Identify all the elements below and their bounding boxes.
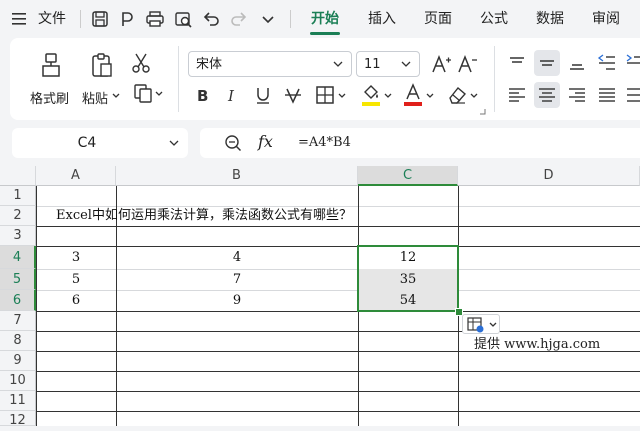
align-bottom-icon[interactable]	[566, 52, 588, 74]
formula-bar: fx =A4*B4	[200, 128, 640, 158]
formula-input[interactable]: =A4*B4	[298, 128, 351, 158]
ribbon: 格式刷 粘贴 宋体 11 B I	[10, 38, 640, 120]
chevron-down-icon	[401, 61, 411, 67]
row-header-9[interactable]: 9	[0, 351, 36, 371]
chevron-down-icon	[489, 322, 497, 327]
cell-b5[interactable]: 7	[116, 269, 358, 290]
copy-icon[interactable]	[132, 82, 154, 104]
print-preview-icon[interactable]	[173, 9, 193, 29]
justify-icon[interactable]	[596, 84, 618, 106]
format-painter-label[interactable]: 格式刷	[30, 88, 69, 107]
tab-formula[interactable]: 公式	[472, 0, 516, 38]
chevron-down-icon[interactable]	[426, 93, 434, 99]
spreadsheet-grid: A B C D 1 2 3 4 5 6 7 8 9 10 11 12 Excel…	[0, 166, 640, 428]
decrease-indent-icon[interactable]	[596, 52, 618, 74]
cell-b4[interactable]: 4	[116, 246, 358, 269]
chevron-down-icon[interactable]	[470, 93, 478, 99]
menu-icon[interactable]	[12, 13, 26, 25]
row-header-3[interactable]: 3	[0, 226, 36, 246]
paste-label[interactable]: 粘贴	[82, 88, 108, 107]
chevron-down-icon	[333, 61, 343, 67]
selection-border	[357, 245, 459, 312]
row-header-6[interactable]: 6	[0, 290, 36, 311]
quick-fill-options-button[interactable]	[462, 314, 500, 334]
align-right-icon[interactable]	[566, 84, 588, 106]
chevron-down-icon[interactable]	[169, 140, 179, 147]
font-size-select[interactable]: 11	[356, 51, 420, 77]
tab-home[interactable]: 开始	[302, 0, 348, 38]
tab-page[interactable]: 页面	[416, 0, 460, 38]
underline-icon[interactable]	[252, 84, 274, 106]
font-family-select[interactable]: 宋体	[188, 51, 352, 77]
font-dialog-launcher-icon[interactable]	[480, 109, 486, 115]
undo-icon[interactable]	[201, 9, 221, 29]
tab-data[interactable]: 数据	[528, 0, 572, 38]
chevron-down-icon[interactable]	[338, 93, 346, 99]
cell-a4[interactable]: 3	[36, 246, 116, 269]
divider	[80, 10, 81, 28]
paste-icon[interactable]	[90, 52, 114, 78]
row-header-7[interactable]: 7	[0, 311, 36, 331]
menu-bar: 文件 开始 插入 页面 公式 数据 审阅	[0, 0, 640, 38]
svg-text:B: B	[197, 87, 208, 105]
align-left-icon[interactable]	[506, 84, 528, 106]
format-painter-icon[interactable]	[40, 52, 64, 78]
row-header-10[interactable]: 10	[0, 371, 36, 391]
align-top-icon[interactable]	[506, 52, 528, 74]
align-center-icon	[539, 88, 555, 102]
chevron-down-icon[interactable]	[258, 9, 278, 29]
bold-icon[interactable]: B	[192, 84, 214, 106]
tab-review[interactable]: 审阅	[584, 0, 628, 38]
row-header-11[interactable]: 11	[0, 391, 36, 411]
cell-a6[interactable]: 6	[36, 290, 116, 311]
row-header-4[interactable]: 4	[0, 246, 36, 269]
row-header-8[interactable]: 8	[0, 331, 36, 351]
file-menu[interactable]: 文件	[38, 0, 66, 38]
strikethrough-icon[interactable]	[282, 84, 304, 106]
name-box-value: C4	[77, 135, 97, 151]
fill-color-icon[interactable]	[360, 82, 382, 108]
font-color-icon[interactable]	[402, 82, 424, 108]
font-family-value: 宋体	[196, 57, 223, 72]
align-middle-icon	[540, 60, 554, 66]
italic-icon[interactable]: I	[222, 84, 244, 106]
redo-icon[interactable]	[229, 9, 249, 29]
cell-b6[interactable]: 9	[116, 290, 358, 311]
export-pdf-icon[interactable]	[117, 9, 137, 29]
name-box[interactable]: C4	[12, 128, 188, 158]
row-header-1[interactable]: 1	[0, 186, 36, 206]
cell-a5[interactable]: 5	[36, 269, 116, 290]
flash-fill-icon	[467, 317, 484, 333]
borders-icon[interactable]	[314, 84, 336, 106]
insert-function-icon[interactable]: fx	[258, 132, 273, 151]
row-header-12[interactable]: 12	[0, 411, 36, 428]
chevron-down-icon[interactable]	[155, 91, 163, 97]
clear-format-icon[interactable]	[446, 84, 468, 106]
chevron-down-icon[interactable]	[384, 93, 392, 99]
watermark-text: 提供 www.hjga.com	[474, 337, 601, 352]
row-header-5[interactable]: 5	[0, 269, 36, 290]
increase-indent-icon[interactable]	[624, 52, 640, 74]
divider	[290, 10, 291, 28]
print-icon[interactable]	[145, 9, 165, 29]
tab-insert[interactable]: 插入	[360, 0, 404, 38]
divider	[178, 46, 179, 112]
chevron-down-icon[interactable]	[112, 93, 120, 99]
cut-icon[interactable]	[130, 52, 152, 74]
row-header-2[interactable]: 2	[0, 206, 36, 226]
save-icon[interactable]	[90, 9, 110, 29]
increase-font-size-icon[interactable]	[430, 53, 452, 75]
distributed-align-icon[interactable]	[624, 84, 640, 106]
font-size-value: 11	[364, 57, 381, 72]
divider	[494, 46, 495, 112]
svg-text:I: I	[227, 87, 235, 105]
zoom-formula-icon[interactable]	[224, 134, 242, 152]
decrease-font-size-icon[interactable]	[456, 53, 478, 75]
cell-a2[interactable]: Excel中如何运用乘法计算，乘法函数公式有哪些？	[56, 206, 352, 226]
